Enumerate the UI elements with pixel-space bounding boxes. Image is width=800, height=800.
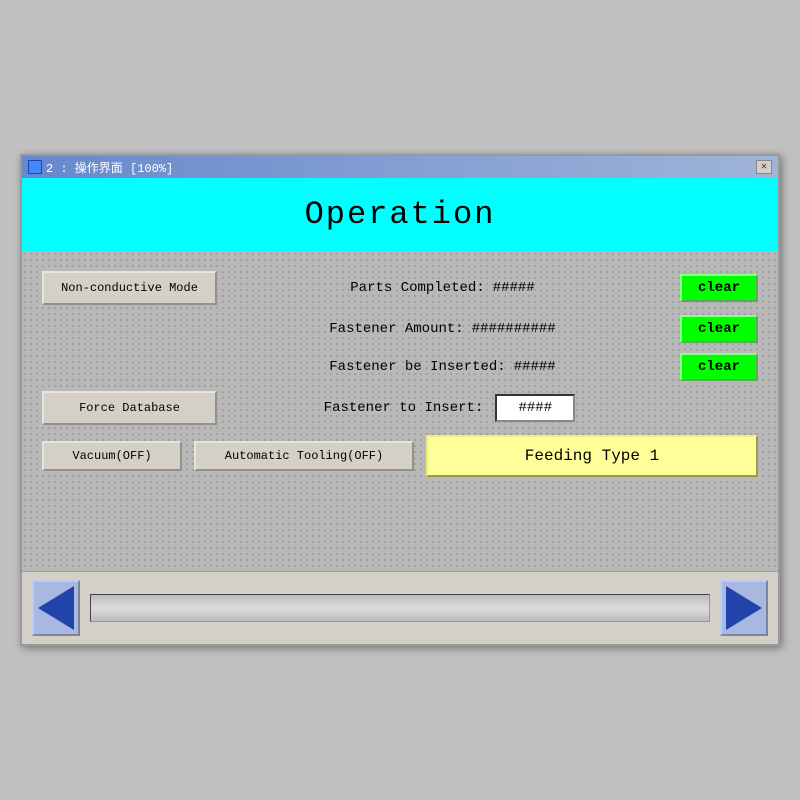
- bottom-bar: [22, 571, 778, 644]
- clear-parts-button[interactable]: clear: [680, 274, 758, 302]
- fastener-inserted-label: Fastener be Inserted:: [329, 359, 505, 375]
- non-conductive-button[interactable]: Non-conductive Mode: [42, 271, 217, 305]
- next-arrow-icon: [726, 586, 762, 630]
- row-fastener-to-insert: Force Database Fastener to Insert:: [42, 391, 758, 425]
- clear-fastener-inserted-button[interactable]: clear: [680, 353, 758, 381]
- title-bar: 2 : 操作界面 [100%] ✕: [22, 156, 778, 178]
- fastener-amount-label: Fastener Amount:: [329, 321, 463, 337]
- fastener-amount-value: ##########: [472, 321, 556, 337]
- prev-button[interactable]: [32, 580, 80, 636]
- bottom-row: Vacuum(OFF) Automatic Tooling(OFF) Feedi…: [42, 435, 758, 477]
- row-fastener-amount: Fastener Amount: ########## clear: [42, 315, 758, 343]
- window-title: 2 : 操作界面 [100%]: [46, 159, 173, 176]
- header-bar: Operation: [22, 178, 778, 251]
- scrollbar-track: [90, 594, 710, 622]
- parts-completed-value: #####: [493, 280, 535, 296]
- main-window: 2 : 操作界面 [100%] ✕ Operation Non-conducti…: [20, 154, 780, 646]
- row-fastener-inserted: Fastener be Inserted: ##### clear: [42, 353, 758, 381]
- page-title: Operation: [305, 196, 496, 233]
- main-content: Non-conductive Mode Parts Completed: ###…: [22, 251, 778, 571]
- close-button[interactable]: ✕: [756, 160, 772, 174]
- vacuum-button[interactable]: Vacuum(OFF): [42, 441, 182, 471]
- automatic-tooling-button[interactable]: Automatic Tooling(OFF): [194, 441, 414, 471]
- clear-fastener-amount-button[interactable]: clear: [680, 315, 758, 343]
- window-icon: [28, 160, 42, 174]
- prev-arrow-icon: [38, 586, 74, 630]
- next-button[interactable]: [720, 580, 768, 636]
- feeding-type-button[interactable]: Feeding Type 1: [426, 435, 758, 477]
- fastener-to-insert-label: Fastener to Insert:: [324, 400, 484, 416]
- row-parts-completed: Non-conductive Mode Parts Completed: ###…: [42, 271, 758, 305]
- force-database-button[interactable]: Force Database: [42, 391, 217, 425]
- fastener-to-insert-input[interactable]: [495, 394, 575, 422]
- fastener-inserted-value: #####: [514, 359, 556, 375]
- parts-completed-label: Parts Completed:: [350, 280, 484, 296]
